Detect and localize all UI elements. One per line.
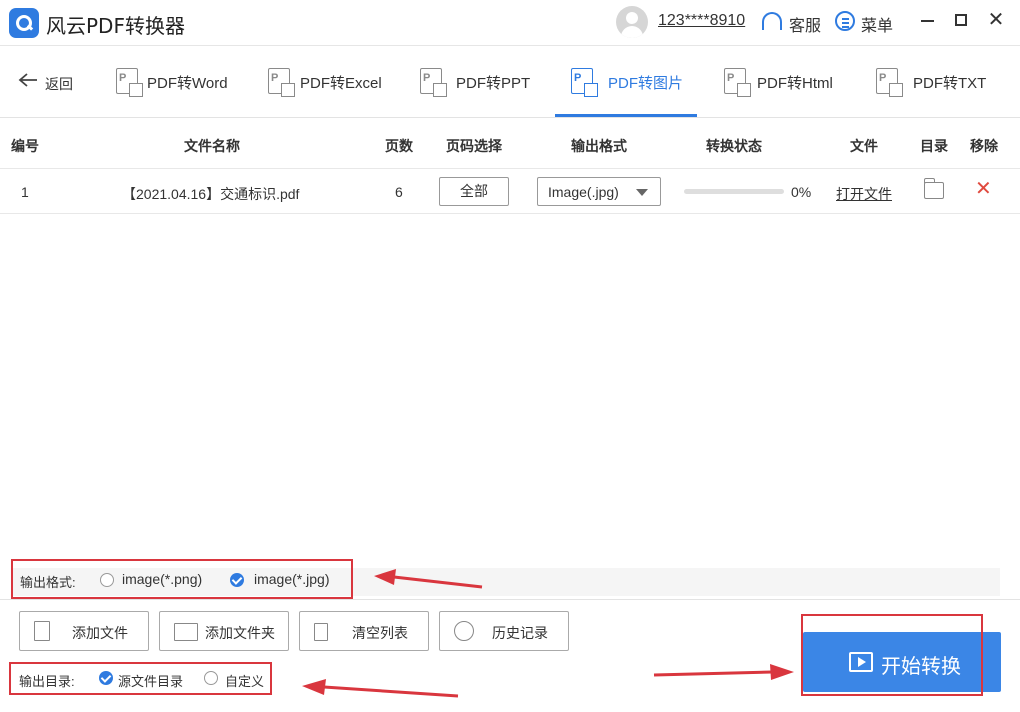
col-file: 文件 [850, 139, 878, 155]
row-filename: 【2021.04.16】交通标识.pdf [122, 186, 300, 202]
history-button[interactable]: 历史记录 [439, 611, 569, 651]
back-button[interactable]: 返回 [45, 74, 73, 94]
tab-pdf-to-excel[interactable]: P PDF转Excel [265, 46, 405, 118]
radio-custom-dir-label[interactable]: 自定义 [225, 671, 264, 690]
annotation-arrow-start [653, 664, 794, 680]
app-title: 风云PDF转换器 [46, 14, 185, 38]
clear-list-button[interactable]: 清空列表 [299, 611, 429, 651]
file-table-header: 编号 文件名称 页数 页码选择 输出格式 转换状态 文件 目录 移除 [0, 119, 1020, 169]
divider [0, 599, 1020, 600]
page-select-button[interactable]: 全部 [439, 177, 509, 206]
pdf-excel-icon: P [268, 68, 295, 97]
output-format-value: Image(.jpg) [548, 184, 619, 200]
customer-service-button[interactable]: 客服 [789, 12, 821, 36]
col-pages: 页数 [385, 139, 413, 155]
pdf-txt-icon: P [876, 68, 903, 97]
pdf-ppt-icon: P [420, 68, 447, 97]
tab-label: PDF转图片 [608, 75, 684, 92]
headset-icon[interactable] [762, 12, 782, 30]
close-icon[interactable]: ✕ [986, 10, 1006, 30]
app-logo-icon [9, 8, 39, 38]
maximize-icon[interactable] [955, 14, 967, 26]
add-folder-label: 添加文件夹 [205, 625, 275, 641]
col-directory: 目录 [920, 139, 948, 155]
caret-down-icon [636, 189, 648, 196]
open-file-link[interactable]: 打开文件 [836, 184, 892, 204]
radio-jpg[interactable] [230, 573, 244, 587]
tab-pdf-to-html[interactable]: P PDF转Html [721, 46, 861, 118]
tab-pdf-to-ppt[interactable]: P PDF转PPT [417, 46, 557, 118]
tab-label: PDF转Word [147, 75, 228, 92]
add-file-label: 添加文件 [72, 625, 128, 641]
annotation-arrow-directory [302, 679, 459, 698]
conversion-tabs: 返回 P PDF转Word P PDF转Excel P PDF转PPT P PD… [0, 46, 1020, 118]
menu-icon[interactable] [835, 11, 855, 31]
tab-label: PDF转TXT [913, 75, 987, 92]
tab-label: PDF转Html [757, 75, 833, 92]
col-output-format: 输出格式 [571, 139, 627, 155]
tab-pdf-to-image[interactable]: P PDF转图片 [568, 46, 698, 118]
progress-percent: 0% [791, 184, 812, 200]
radio-custom-dir[interactable] [204, 671, 218, 685]
pdf-html-icon: P [724, 68, 751, 97]
radio-jpg-label[interactable]: image(*.jpg) [254, 571, 329, 587]
folder-icon[interactable] [923, 178, 944, 199]
col-page-select: 页码选择 [446, 139, 502, 155]
user-avatar[interactable] [616, 6, 648, 38]
col-filename: 文件名称 [184, 139, 240, 155]
clock-icon [454, 621, 474, 641]
output-format-select[interactable]: Image(.jpg) [537, 177, 661, 206]
remove-icon[interactable]: ✕ [975, 179, 992, 199]
radio-source-dir-label[interactable]: 源文件目录 [118, 671, 183, 690]
row-pages: 6 [395, 184, 403, 200]
tab-label: PDF转Excel [300, 75, 382, 92]
col-remove: 移除 [970, 139, 998, 155]
add-file-icon [34, 621, 50, 641]
title-bar: 风云PDF转换器 123****8910 客服 菜单 ✕ [0, 0, 1020, 46]
annotation-box-start [801, 614, 983, 696]
radio-png-label[interactable]: image(*.png) [122, 571, 202, 587]
pdf-image-icon: P [571, 68, 598, 97]
col-status: 转换状态 [706, 139, 762, 155]
tab-pdf-to-word[interactable]: P PDF转Word [113, 46, 253, 118]
output-dir-label: 输出目录: [19, 674, 75, 689]
trash-icon [314, 623, 328, 641]
minimize-icon[interactable] [921, 20, 934, 22]
col-index: 编号 [11, 139, 39, 155]
annotation-arrow-format [374, 569, 483, 589]
output-format-label: 输出格式: [20, 575, 76, 590]
radio-png[interactable] [100, 573, 114, 587]
row-index: 1 [21, 184, 29, 200]
conversion-progress-bar [684, 189, 784, 194]
add-folder-icon [174, 623, 198, 641]
table-row: 1 【2021.04.16】交通标识.pdf 6 全部 Image(.jpg) … [0, 169, 1020, 214]
history-label: 历史记录 [492, 625, 548, 641]
tab-pdf-to-txt[interactable]: P PDF转TXT [873, 46, 1013, 118]
radio-source-dir[interactable] [99, 671, 113, 685]
active-tab-indicator [555, 114, 697, 117]
username-link[interactable]: 123****8910 [658, 12, 745, 30]
pdf-word-icon: P [116, 68, 143, 97]
tab-label: PDF转PPT [456, 75, 531, 92]
add-file-button[interactable]: 添加文件 [19, 611, 149, 651]
clear-list-label: 清空列表 [352, 625, 408, 641]
back-arrow-icon[interactable] [18, 72, 38, 88]
menu-button[interactable]: 菜单 [861, 12, 893, 36]
add-folder-button[interactable]: 添加文件夹 [159, 611, 289, 651]
